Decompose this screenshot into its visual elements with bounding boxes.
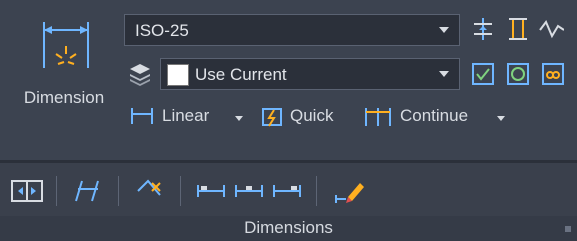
continue-icon bbox=[365, 108, 391, 126]
quick-button[interactable]: Quick bbox=[256, 100, 348, 134]
oblique-icon[interactable] bbox=[70, 177, 104, 205]
panel-title: Dimensions bbox=[244, 218, 333, 237]
inspect-icon[interactable] bbox=[470, 61, 496, 87]
linear-label: Linear bbox=[162, 106, 210, 125]
toolbar-separator bbox=[118, 176, 119, 206]
quick-dimension-icon bbox=[262, 108, 282, 127]
color-swatch bbox=[167, 64, 189, 86]
left-justify-icon[interactable] bbox=[196, 177, 226, 205]
update-icon[interactable] bbox=[505, 61, 531, 87]
panel-footer: Dimensions bbox=[0, 216, 577, 241]
continue-label: Continue bbox=[400, 106, 469, 125]
dim-break-icon[interactable] bbox=[505, 16, 531, 42]
chevron-down-icon bbox=[439, 27, 449, 33]
override-icon[interactable] bbox=[332, 177, 366, 205]
reassociate-icon[interactable] bbox=[540, 61, 566, 87]
chevron-down-icon bbox=[439, 71, 449, 77]
dim-style-dropdown[interactable]: ISO-25 bbox=[124, 14, 460, 46]
toolbar-separator bbox=[56, 176, 57, 206]
layer-override-dropdown[interactable]: Use Current bbox=[160, 58, 460, 90]
toolbar-separator bbox=[316, 176, 317, 206]
layers-icon bbox=[130, 64, 150, 86]
text-angle-icon[interactable] bbox=[132, 177, 166, 205]
dimension-button[interactable]: Dimension bbox=[10, 10, 118, 130]
layer-override-value: Use Current bbox=[195, 65, 287, 84]
toolbar-separator bbox=[180, 176, 181, 206]
linear-icon bbox=[131, 108, 153, 124]
dimensions-panel: Dimension ISO-25 Use Current Linear Quic… bbox=[0, 0, 577, 241]
jogged-linear-icon[interactable] bbox=[538, 16, 564, 42]
dimension-button-label: Dimension bbox=[23, 88, 105, 107]
linear-button[interactable]: Linear bbox=[126, 100, 246, 134]
adjust-space-icon[interactable] bbox=[470, 16, 496, 42]
center-justify-icon[interactable] bbox=[234, 177, 264, 205]
dimension-icon bbox=[43, 22, 89, 68]
right-justify-icon[interactable] bbox=[272, 177, 302, 205]
dimspace-icon[interactable] bbox=[10, 177, 44, 205]
chevron-down-icon[interactable] bbox=[496, 113, 506, 123]
continue-button[interactable]: Continue bbox=[360, 100, 510, 134]
panel-expander[interactable] bbox=[565, 226, 571, 232]
chevron-down-icon[interactable] bbox=[234, 113, 244, 123]
dim-style-value: ISO-25 bbox=[135, 21, 189, 40]
quick-label: Quick bbox=[290, 106, 334, 125]
